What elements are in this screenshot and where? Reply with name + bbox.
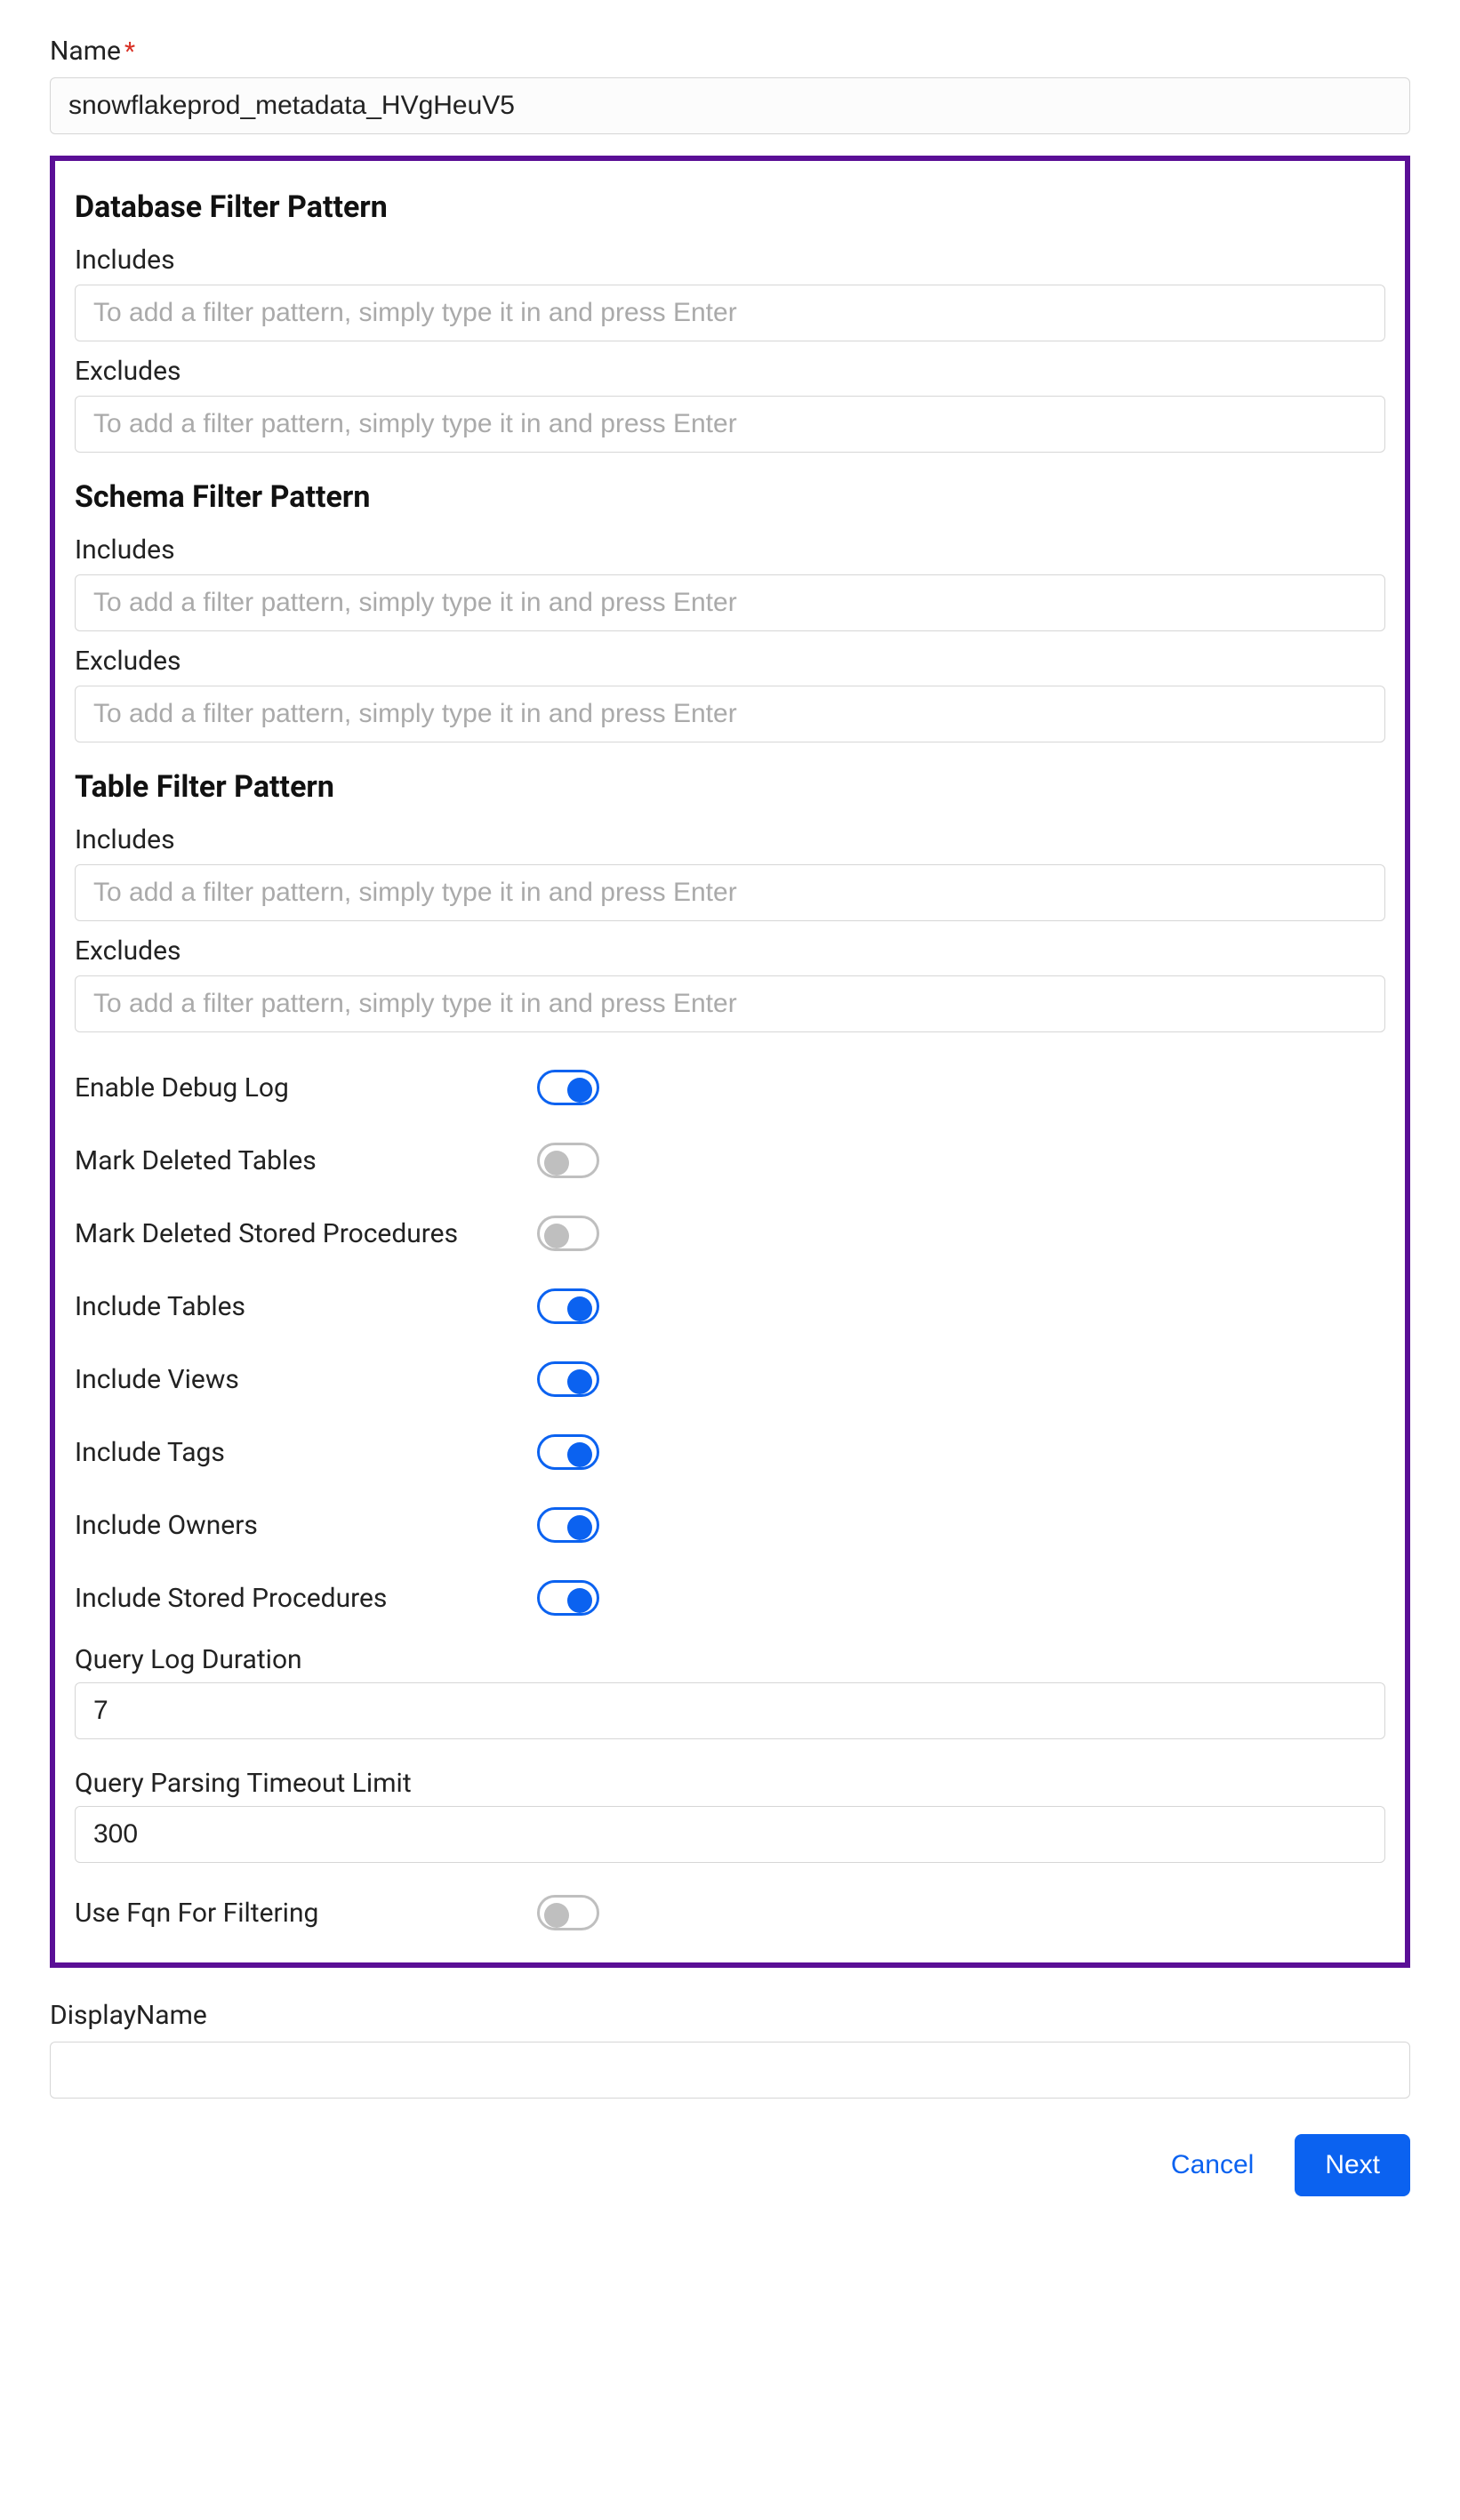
include-tags-row: Include Tags — [75, 1434, 1385, 1470]
required-asterisk-icon: * — [124, 39, 135, 64]
mark-deleted-stored-procedures-toggle[interactable] — [537, 1216, 599, 1251]
footer-actions: Cancel Next — [50, 2134, 1410, 2196]
mark-deleted-tables-toggle[interactable] — [537, 1143, 599, 1178]
include-owners-label: Include Owners — [75, 1510, 537, 1541]
schema-filter-title: Schema Filter Pattern — [75, 479, 1385, 515]
name-field: Name * — [50, 36, 1410, 134]
query-log-duration-label: Query Log Duration — [75, 1644, 1385, 1675]
name-label: Name * — [50, 36, 1410, 67]
query-parsing-timeout-field: Query Parsing Timeout Limit — [75, 1768, 1385, 1863]
display-name-input[interactable] — [50, 2042, 1410, 2099]
database-filter-title: Database Filter Pattern — [75, 189, 1385, 225]
schema-excludes-label: Excludes — [75, 646, 1385, 677]
include-stored-procedures-row: Include Stored Procedures — [75, 1580, 1385, 1616]
include-owners-toggle[interactable] — [537, 1507, 599, 1543]
include-tables-toggle[interactable] — [537, 1288, 599, 1324]
query-parsing-timeout-label: Query Parsing Timeout Limit — [75, 1768, 1385, 1799]
include-tables-row: Include Tables — [75, 1288, 1385, 1324]
table-excludes-label: Excludes — [75, 935, 1385, 967]
include-tags-toggle[interactable] — [537, 1434, 599, 1470]
include-stored-procedures-label: Include Stored Procedures — [75, 1583, 537, 1614]
include-views-label: Include Views — [75, 1364, 537, 1395]
name-input[interactable] — [50, 77, 1410, 134]
mark-deleted-tables-label: Mark Deleted Tables — [75, 1145, 537, 1176]
ingestion-config-section: Database Filter Pattern Includes Exclude… — [50, 156, 1410, 1968]
database-excludes-label: Excludes — [75, 356, 1385, 387]
next-button[interactable]: Next — [1295, 2134, 1410, 2196]
table-filter-title: Table Filter Pattern — [75, 769, 1385, 805]
mark-deleted-stored-procedures-label: Mark Deleted Stored Procedures — [75, 1218, 537, 1249]
display-name-label-text: DisplayName — [50, 2000, 207, 2031]
query-parsing-timeout-input[interactable] — [75, 1806, 1385, 1863]
schema-includes-label: Includes — [75, 534, 1385, 566]
table-includes-label: Includes — [75, 824, 1385, 855]
mark-deleted-stored-procedures-row: Mark Deleted Stored Procedures — [75, 1216, 1385, 1251]
schema-excludes-input[interactable] — [75, 686, 1385, 742]
enable-debug-log-row: Enable Debug Log — [75, 1070, 1385, 1105]
include-views-toggle[interactable] — [537, 1361, 599, 1397]
database-includes-input[interactable] — [75, 285, 1385, 341]
enable-debug-log-toggle[interactable] — [537, 1070, 599, 1105]
cancel-button[interactable]: Cancel — [1171, 2150, 1254, 2180]
display-name-label: DisplayName — [50, 2000, 1410, 2031]
table-excludes-input[interactable] — [75, 975, 1385, 1032]
include-owners-row: Include Owners — [75, 1507, 1385, 1543]
include-stored-procedures-toggle[interactable] — [537, 1580, 599, 1616]
display-name-field: DisplayName — [50, 2000, 1410, 2099]
query-log-duration-input[interactable] — [75, 1682, 1385, 1739]
use-fqn-for-filtering-label: Use Fqn For Filtering — [75, 1898, 537, 1929]
name-label-text: Name — [50, 36, 121, 67]
schema-includes-input[interactable] — [75, 574, 1385, 631]
include-tables-label: Include Tables — [75, 1291, 537, 1322]
use-fqn-for-filtering-toggle[interactable] — [537, 1895, 599, 1930]
table-includes-input[interactable] — [75, 864, 1385, 921]
include-tags-label: Include Tags — [75, 1437, 537, 1468]
database-includes-label: Includes — [75, 245, 1385, 276]
include-views-row: Include Views — [75, 1361, 1385, 1397]
database-excludes-input[interactable] — [75, 396, 1385, 453]
use-fqn-for-filtering-row: Use Fqn For Filtering — [75, 1895, 1385, 1930]
query-log-duration-field: Query Log Duration — [75, 1644, 1385, 1739]
enable-debug-log-label: Enable Debug Log — [75, 1072, 537, 1104]
mark-deleted-tables-row: Mark Deleted Tables — [75, 1143, 1385, 1178]
